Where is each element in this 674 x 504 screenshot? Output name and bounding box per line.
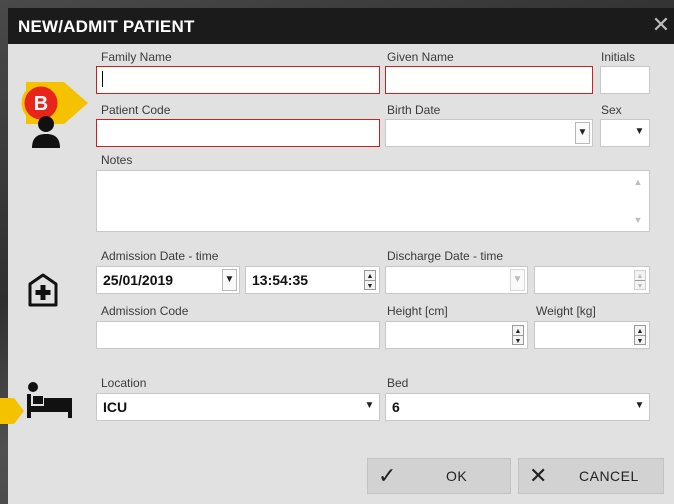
location-label: Location bbox=[101, 376, 147, 390]
bed-icon bbox=[27, 382, 72, 418]
given-name-field[interactable] bbox=[385, 66, 593, 94]
bed-label: Bed bbox=[387, 376, 409, 390]
family-name-label: Family Name bbox=[101, 50, 172, 64]
admit-patient-dialog: NEW/ADMIT PATIENT ✕ B Family Name Given … bbox=[0, 8, 674, 504]
dialog-title: NEW/ADMIT PATIENT bbox=[18, 17, 195, 36]
patient-code-field[interactable] bbox=[96, 119, 380, 147]
text-caret bbox=[102, 71, 103, 87]
ok-button[interactable]: ✓ OK bbox=[367, 458, 511, 494]
ok-button-label: OK bbox=[446, 468, 468, 484]
birth-date-field[interactable]: ▼ bbox=[385, 119, 593, 147]
annotation-arrow bbox=[0, 398, 24, 424]
spin-down-icon[interactable]: ▼ bbox=[513, 335, 523, 345]
family-name-field[interactable] bbox=[96, 66, 380, 94]
chevron-down-icon[interactable]: ▼ bbox=[510, 269, 525, 291]
birth-date-label: Birth Date bbox=[387, 103, 441, 117]
spin-down-icon[interactable]: ▼ bbox=[635, 280, 645, 290]
close-icon[interactable]: ✕ bbox=[650, 13, 672, 37]
spin-up-icon[interactable]: ▲ bbox=[635, 326, 645, 335]
person-icon bbox=[32, 116, 60, 148]
chevron-down-icon[interactable]: ▼ bbox=[222, 269, 237, 291]
admission-code-label: Admission Code bbox=[101, 304, 189, 318]
notes-textarea[interactable]: ▲ ▼ bbox=[96, 170, 650, 232]
given-name-label: Given Name bbox=[387, 50, 454, 64]
close-icon: ✕ bbox=[529, 463, 548, 488]
checkmark-icon: ✓ bbox=[378, 463, 397, 488]
scroll-down-icon[interactable]: ▼ bbox=[633, 215, 643, 225]
bed-select[interactable]: 6 ▼ bbox=[385, 393, 650, 421]
chevron-down-icon[interactable]: ▼ bbox=[362, 396, 377, 418]
spin-up-icon[interactable]: ▲ bbox=[365, 271, 375, 280]
admission-datetime-label: Admission Date - time bbox=[101, 249, 219, 263]
height-label: Height [cm] bbox=[387, 304, 448, 318]
location-select[interactable]: ICU ▼ bbox=[96, 393, 380, 421]
spin-down-icon[interactable]: ▼ bbox=[365, 280, 375, 290]
chevron-down-icon[interactable]: ▼ bbox=[632, 396, 647, 418]
initials-field[interactable] bbox=[600, 66, 650, 94]
patient-code-label: Patient Code bbox=[101, 103, 171, 117]
discharge-date-field[interactable]: ▼ bbox=[385, 266, 528, 294]
admission-code-field[interactable] bbox=[96, 321, 380, 349]
sex-select[interactable]: ▼ bbox=[600, 119, 650, 147]
notes-label: Notes bbox=[101, 153, 133, 167]
height-spinner[interactable]: ▲ ▼ bbox=[512, 325, 524, 345]
scroll-up-icon[interactable]: ▲ bbox=[633, 177, 643, 187]
weight-label: Weight [kg] bbox=[536, 304, 596, 318]
chevron-down-icon[interactable]: ▼ bbox=[632, 122, 647, 144]
admission-date-field[interactable]: 25/01/2019 ▼ bbox=[96, 266, 240, 294]
initials-label: Initials bbox=[601, 50, 636, 64]
admission-time-field[interactable]: 13:54:35 ▲ ▼ bbox=[245, 266, 380, 294]
time-spinner[interactable]: ▲ ▼ bbox=[364, 270, 376, 290]
time-spinner[interactable]: ▲ ▼ bbox=[634, 270, 646, 290]
sex-label: Sex bbox=[601, 103, 622, 117]
spin-down-icon[interactable]: ▼ bbox=[635, 335, 645, 345]
spin-up-icon[interactable]: ▲ bbox=[513, 326, 523, 335]
hospital-plus-icon bbox=[28, 273, 58, 307]
weight-field[interactable]: ▲ ▼ bbox=[534, 321, 650, 349]
badge-letter: B bbox=[34, 93, 48, 115]
spin-up-icon[interactable]: ▲ bbox=[635, 271, 645, 280]
notes-scrollbar[interactable]: ▲ ▼ bbox=[633, 177, 643, 225]
cancel-button-label: CANCEL bbox=[579, 468, 639, 484]
weight-spinner[interactable]: ▲ ▼ bbox=[634, 325, 646, 345]
height-field[interactable]: ▲ ▼ bbox=[385, 321, 528, 349]
chevron-down-icon[interactable]: ▼ bbox=[575, 122, 590, 144]
discharge-datetime-label: Discharge Date - time bbox=[387, 249, 504, 263]
dialog-titlebar: NEW/ADMIT PATIENT ✕ bbox=[8, 8, 674, 44]
cancel-button[interactable]: ✕ CANCEL bbox=[518, 458, 664, 494]
discharge-time-field[interactable]: ▲ ▼ bbox=[534, 266, 650, 294]
